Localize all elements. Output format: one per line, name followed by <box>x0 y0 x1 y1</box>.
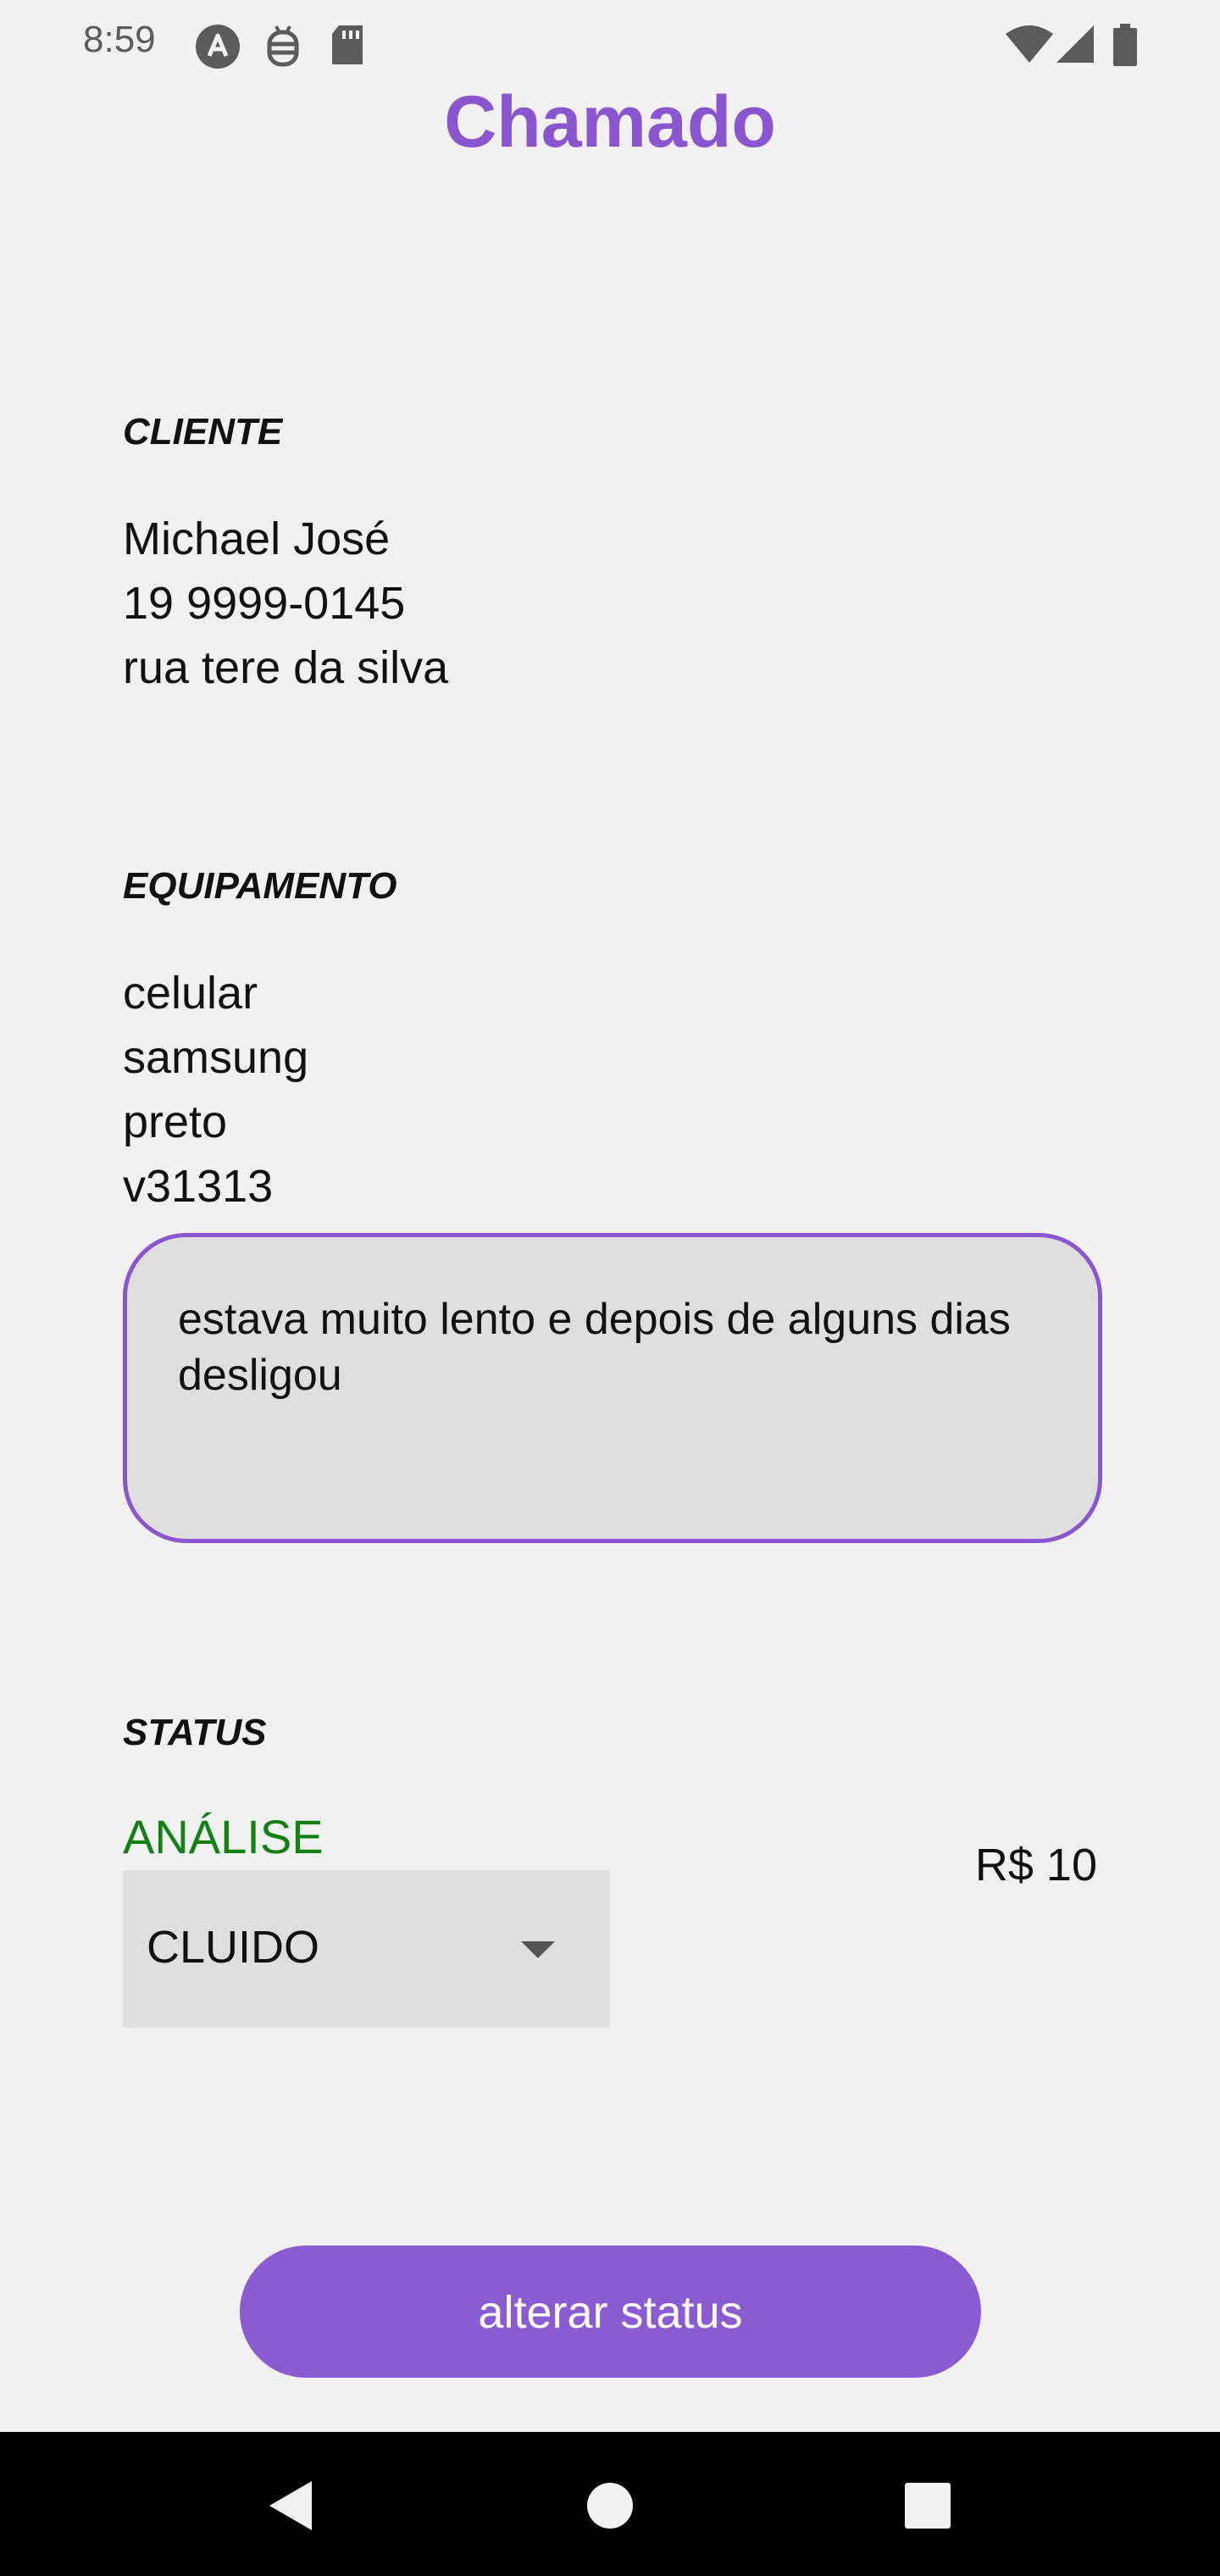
status-time: 8:59 <box>83 19 156 60</box>
change-status-button[interactable]: alterar status <box>240 2246 981 2378</box>
cliente-info: Michael José 19 9999-0145 rua tere da si… <box>123 507 448 700</box>
navigation-bar <box>0 2432 1220 2576</box>
equipamento-label: EQUIPAMENTO <box>123 865 397 907</box>
wifi-icon <box>1004 24 1055 69</box>
back-icon[interactable] <box>263 2476 322 2535</box>
equipamento-info: celular samsung preto v31313 <box>123 961 308 1219</box>
cliente-phone: 19 9999-0145 <box>123 578 406 629</box>
price-value: R$ 10 <box>974 1840 1097 1890</box>
sd-card-icon <box>329 24 366 70</box>
battery-icon <box>1112 24 1139 70</box>
description-field[interactable]: estava muito lento e depois de alguns di… <box>123 1233 1102 1543</box>
equipamento-type: celular <box>123 968 258 1019</box>
signal-icon <box>1055 24 1095 69</box>
recents-icon[interactable] <box>898 2476 957 2535</box>
status-bar: 8:59 <box>0 0 1220 85</box>
cliente-address: rua tere da silva <box>123 642 449 693</box>
home-icon[interactable] <box>580 2476 640 2535</box>
debug-icon <box>264 24 302 74</box>
equipamento-brand: samsung <box>123 1032 309 1083</box>
status-dropdown[interactable]: CLUIDO <box>123 1870 610 2028</box>
status-current: ANÁLISE <box>123 1810 324 1863</box>
status-label: STATUS <box>123 1712 267 1753</box>
equipamento-model: v31313 <box>123 1161 274 1212</box>
equipamento-color: preto <box>123 1096 228 1147</box>
dropdown-selected-value: CLUIDO <box>147 1922 320 1973</box>
cliente-name: Michael José <box>123 514 391 564</box>
page-title: Chamado <box>444 81 776 163</box>
description-text: estava muito lento e depois de alguns di… <box>178 1295 1011 1400</box>
cliente-label: CLIENTE <box>123 411 283 452</box>
android-icon <box>195 24 241 74</box>
chevron-down-icon <box>521 1941 555 1958</box>
